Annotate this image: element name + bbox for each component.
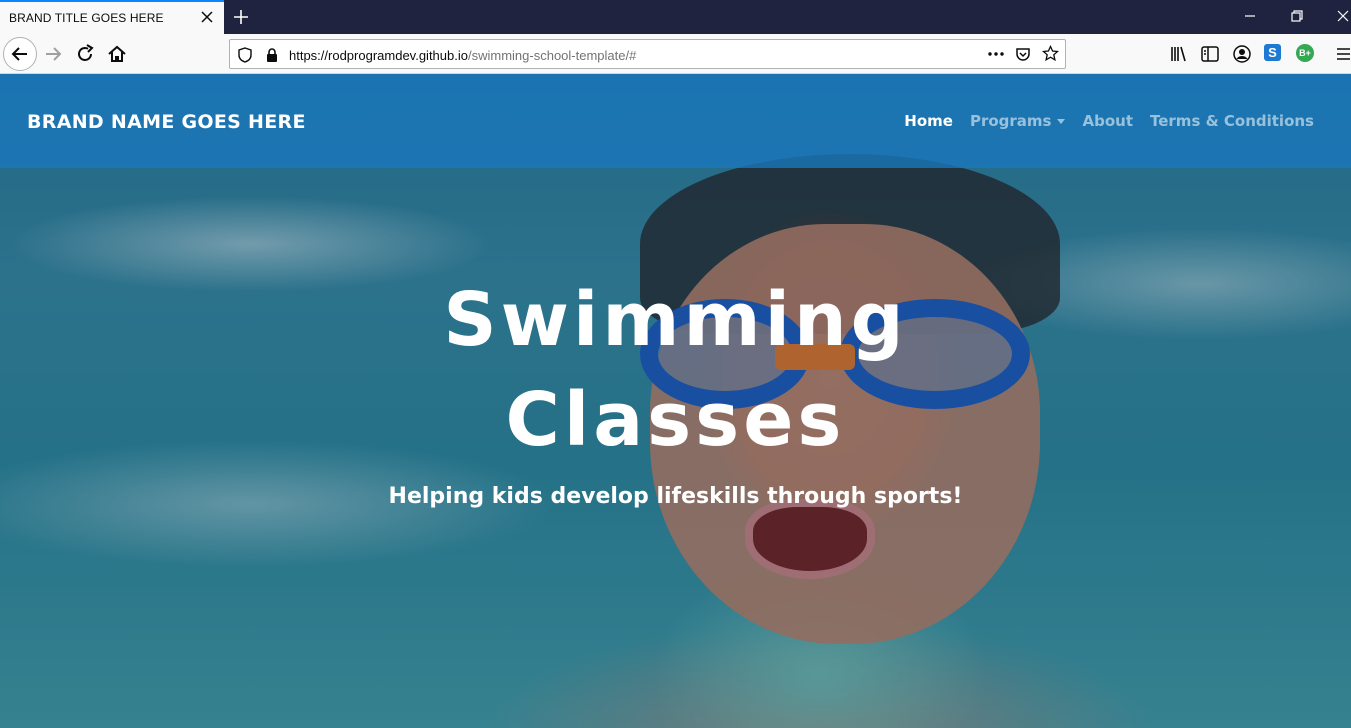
caret-down-icon [1057, 119, 1066, 124]
url-bar[interactable]: https://rodprogramdev.github.io/swimming… [229, 39, 1066, 69]
nav-programs-label: Programs [969, 112, 1052, 130]
nav-programs[interactable]: Programs [970, 112, 1066, 130]
more-actions-icon[interactable] [987, 48, 1005, 60]
account-icon[interactable] [1232, 44, 1252, 64]
back-arrow-icon[interactable] [8, 42, 32, 66]
brand-logo-link[interactable]: BRAND NAME GOES HERE [27, 111, 306, 133]
url-text[interactable]: https://rodprogramdev.github.io/swimming… [289, 48, 636, 63]
reload-icon[interactable] [73, 42, 97, 66]
nav-terms[interactable]: Terms & Conditions [1150, 112, 1314, 130]
shield-icon[interactable] [238, 47, 252, 63]
hero-subtitle: Helping kids develop lifeskills through … [388, 484, 963, 509]
close-window-icon[interactable] [1335, 8, 1351, 24]
site-nav: Home Programs About Terms & Conditions [904, 112, 1314, 130]
hero-section: Swimming Classes Helping kids develop li… [0, 270, 1351, 509]
nav-home[interactable]: Home [904, 112, 953, 130]
page-content: BRAND NAME GOES HERE Home Programs About… [0, 74, 1351, 728]
hero-title-line2: Classes [505, 377, 846, 463]
close-tab-icon[interactable] [198, 8, 216, 26]
hero-title-line1: Swimming [443, 277, 908, 363]
extension-grade-icon[interactable]: B+ [1296, 44, 1314, 62]
nav-about[interactable]: About [1082, 112, 1133, 130]
extension-s-label: S [1268, 45, 1277, 60]
lock-icon[interactable] [265, 47, 279, 63]
hero-title: Swimming Classes [0, 270, 1351, 470]
new-tab-icon[interactable] [230, 6, 252, 28]
library-icon[interactable] [1169, 44, 1189, 64]
url-host: https://rodprogramdev.github.io [289, 48, 468, 63]
site-header: BRAND NAME GOES HERE Home Programs About… [0, 74, 1351, 168]
browser-tab-bar: BRAND TITLE GOES HERE [0, 0, 1351, 34]
restore-icon[interactable] [1289, 8, 1305, 24]
bookmark-star-icon[interactable] [1042, 45, 1059, 62]
extension-s-icon[interactable]: S [1264, 44, 1281, 61]
tab-title: BRAND TITLE GOES HERE [9, 11, 164, 25]
url-path: /swimming-school-template/# [467, 48, 637, 63]
home-icon[interactable] [105, 42, 129, 66]
forward-arrow-icon[interactable] [41, 42, 65, 66]
sidebar-icon[interactable] [1200, 44, 1220, 64]
menu-icon[interactable] [1336, 44, 1350, 64]
browser-toolbar: https://rodprogramdev.github.io/swimming… [0, 34, 1351, 74]
extension-grade-label: B+ [1299, 48, 1311, 58]
browser-tab[interactable]: BRAND TITLE GOES HERE [0, 0, 224, 34]
minimize-icon[interactable] [1242, 8, 1258, 24]
pocket-icon[interactable] [1015, 46, 1031, 62]
